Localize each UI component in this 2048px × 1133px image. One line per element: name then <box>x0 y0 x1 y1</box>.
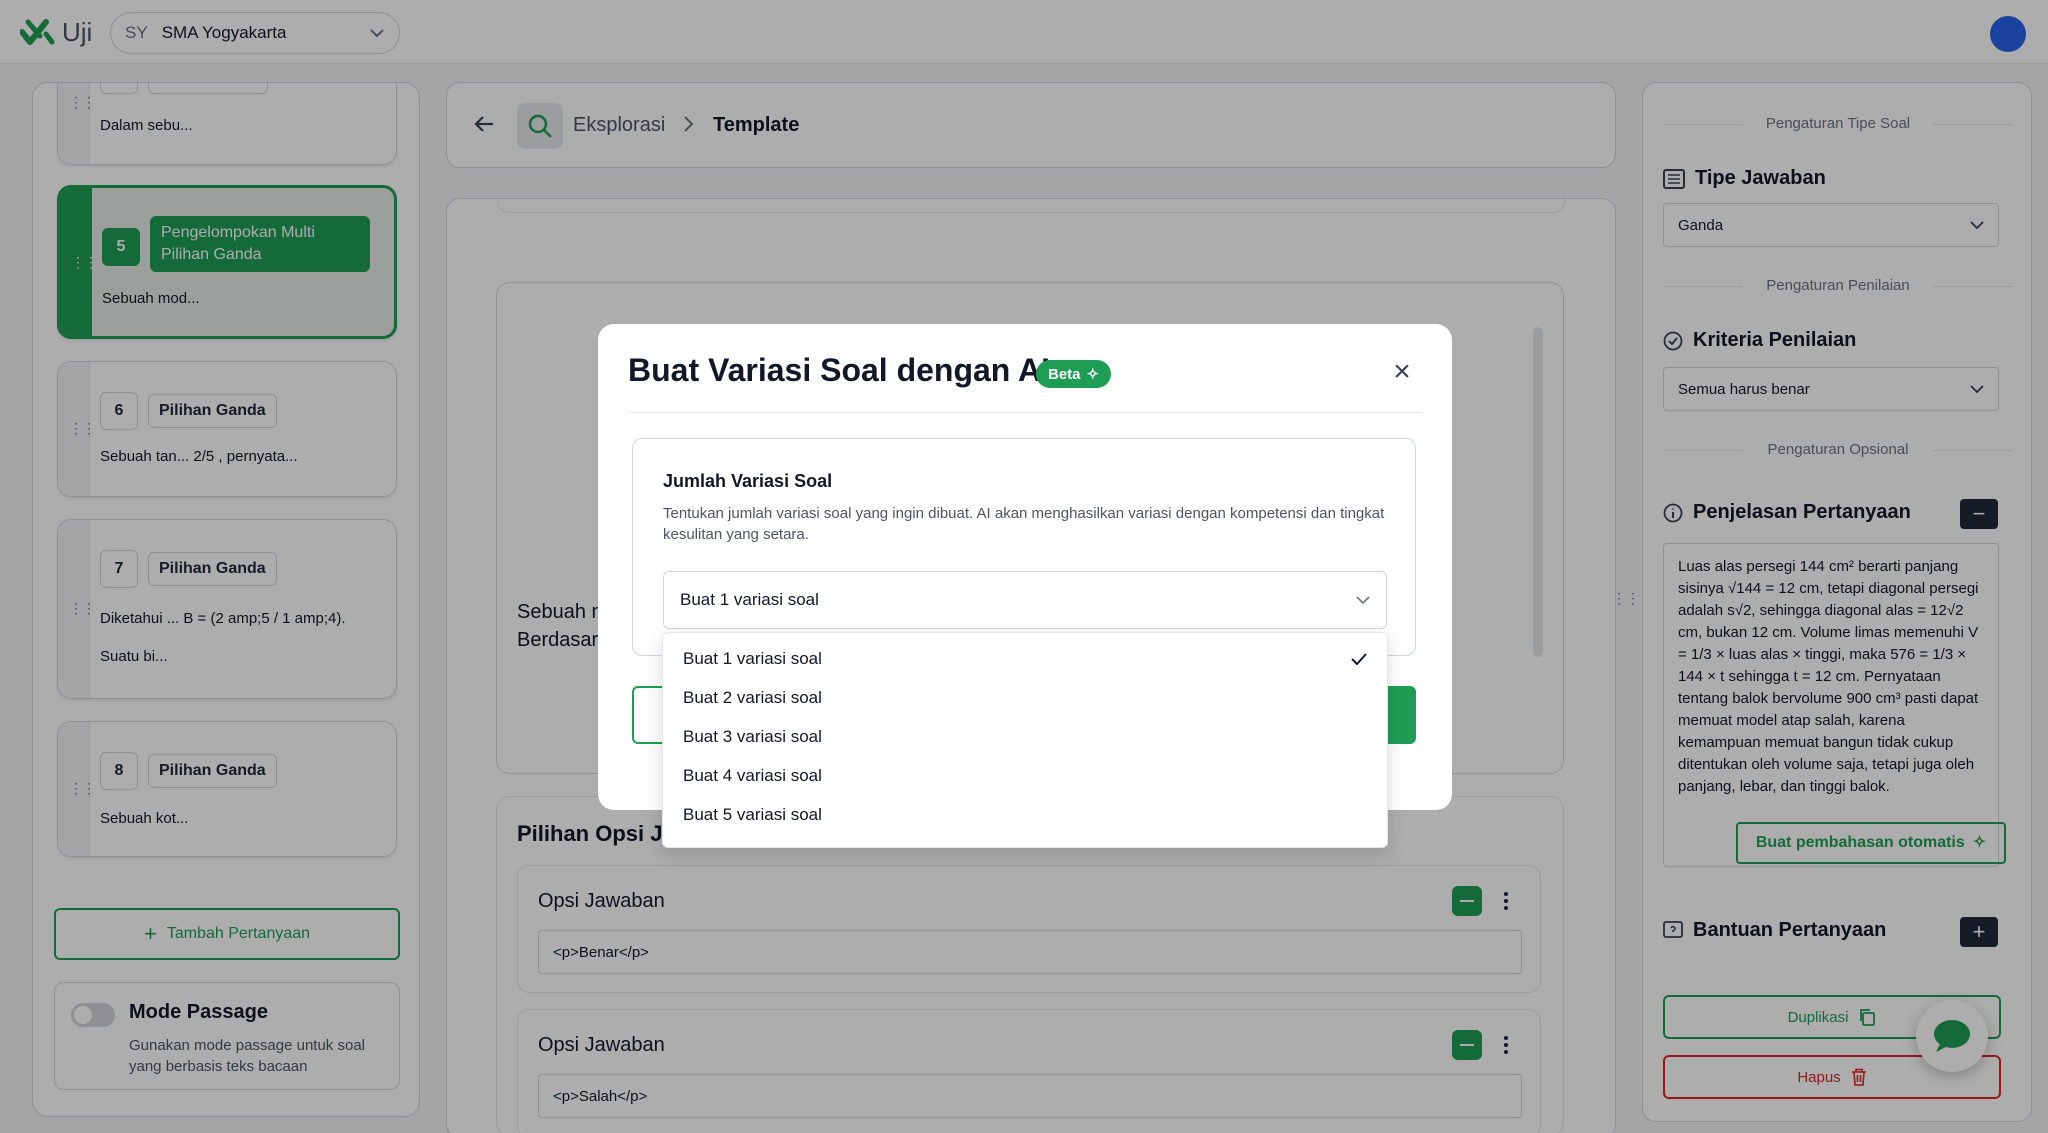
dropdown-option[interactable]: Buat 2 variasi soal <box>663 678 1387 717</box>
chevron-down-icon <box>1356 596 1370 604</box>
selected-value: Buat 1 variasi soal <box>680 590 819 609</box>
option-label: Buat 1 variasi soal <box>683 648 822 668</box>
option-label: Buat 5 variasi soal <box>683 804 822 824</box>
beta-label: Beta <box>1048 365 1081 383</box>
variation-count-field: Jumlah Variasi Soal Tentukan jumlah vari… <box>632 438 1416 656</box>
variation-dropdown-menu: Buat 1 variasi soal Buat 2 variasi soal … <box>662 632 1388 848</box>
option-label: Buat 2 variasi soal <box>683 687 822 707</box>
dropdown-option[interactable]: Buat 1 variasi soal <box>663 639 1387 678</box>
check-icon <box>1351 652 1367 665</box>
dropdown-option[interactable]: Buat 4 variasi soal <box>663 756 1387 795</box>
field-description: Tentukan jumlah variasi soal yang ingin … <box>663 505 1385 543</box>
option-label: Buat 3 variasi soal <box>683 726 822 746</box>
modal-title: Buat Variasi Soal dengan AI <box>628 352 1051 388</box>
variation-count-select[interactable]: Buat 1 variasi soal <box>663 571 1387 629</box>
beta-badge: Beta ✧ <box>1036 360 1112 388</box>
modal-divider <box>628 412 1422 413</box>
sparkle-icon: ✧ <box>1086 366 1100 383</box>
field-label: Jumlah Variasi Soal <box>663 471 833 491</box>
option-label: Buat 4 variasi soal <box>683 765 822 785</box>
dropdown-option[interactable]: Buat 3 variasi soal <box>663 717 1387 756</box>
dropdown-option[interactable]: Buat 5 variasi soal <box>663 795 1387 834</box>
close-icon[interactable]: × <box>1388 357 1416 387</box>
